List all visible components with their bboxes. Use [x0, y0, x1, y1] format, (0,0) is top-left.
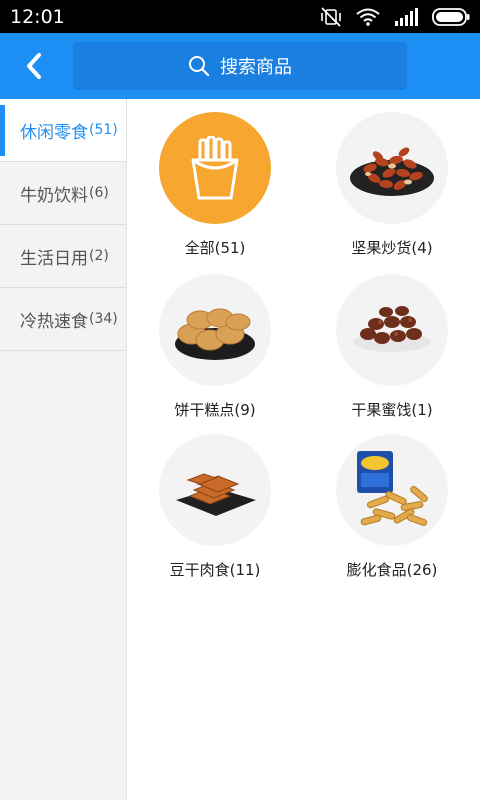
category-thumb — [336, 112, 448, 224]
subcategory-biscuits[interactable]: 饼干糕点(9) — [127, 261, 303, 421]
sidebar-item-count: (34) — [89, 311, 118, 327]
subcategory-tofu-meat[interactable]: 豆干肉食(11) — [127, 421, 303, 581]
biscuits-image — [175, 308, 255, 360]
battery-icon — [432, 7, 470, 26]
sidebar-item-daily[interactable]: 生活日用 (2) — [0, 225, 126, 288]
tofu-snack-image — [176, 473, 256, 516]
subcategory-label: 膨化食品(26) — [346, 561, 438, 579]
category-thumb — [159, 112, 271, 224]
sidebar-item-count: (6) — [89, 185, 109, 201]
status-time: 12:01 — [10, 5, 65, 28]
category-thumb — [159, 434, 271, 546]
status-bar: 12:01 — [0, 0, 480, 33]
sidebar-item-label: 生活日用 — [20, 248, 88, 269]
back-button[interactable] — [14, 47, 54, 85]
dried-fruit-image — [354, 306, 430, 352]
sidebar-item-label: 休闲零食 — [20, 122, 88, 143]
sidebar-item-snacks[interactable]: 休闲零食 (51) — [0, 99, 126, 162]
subcategory-label: 干果蜜饯(1) — [351, 401, 433, 419]
sidebar-item-count: (2) — [89, 248, 109, 264]
category-sidebar: 休闲零食 (51) 牛奶饮料 (6) 生活日用 (2) 冷热速食 (34) — [0, 99, 127, 800]
sidebar-item-count: (51) — [89, 122, 118, 138]
mute-vibrate-icon — [321, 6, 341, 27]
puffed-snack-image — [357, 451, 428, 526]
status-icons — [320, 6, 470, 27]
search-icon — [189, 56, 210, 77]
fries-icon — [191, 136, 239, 200]
header-bar: 搜索商品 — [0, 33, 480, 99]
subcategory-label: 饼干糕点(9) — [174, 401, 256, 419]
subcategory-puffed-food[interactable]: 膨化食品(26) — [304, 421, 480, 581]
search-placeholder: 搜索商品 — [220, 57, 292, 78]
subcategory-dried-fruit[interactable]: 干果蜜饯(1) — [304, 261, 480, 421]
nuts-image — [350, 147, 434, 196]
category-thumb — [336, 274, 448, 386]
active-indicator — [0, 105, 5, 156]
chevron-left-icon — [27, 53, 41, 79]
signal-icon — [395, 7, 418, 26]
subcategory-all[interactable]: 全部(51) — [127, 99, 303, 259]
subcategory-nuts[interactable]: 坚果炒货(4) — [304, 99, 480, 259]
wifi-icon — [356, 8, 380, 26]
sidebar-item-label: 冷热速食 — [20, 311, 88, 332]
search-input[interactable]: 搜索商品 — [73, 42, 407, 90]
category-thumb — [336, 434, 448, 546]
subcategory-label: 豆干肉食(11) — [169, 561, 261, 579]
sidebar-item-label: 牛奶饮料 — [20, 185, 88, 206]
sidebar-item-instant-food[interactable]: 冷热速食 (34) — [0, 288, 126, 351]
subcategory-label: 全部(51) — [184, 239, 246, 257]
category-thumb — [159, 274, 271, 386]
subcategory-label: 坚果炒货(4) — [351, 239, 433, 257]
sidebar-item-drinks[interactable]: 牛奶饮料 (6) — [0, 162, 126, 225]
